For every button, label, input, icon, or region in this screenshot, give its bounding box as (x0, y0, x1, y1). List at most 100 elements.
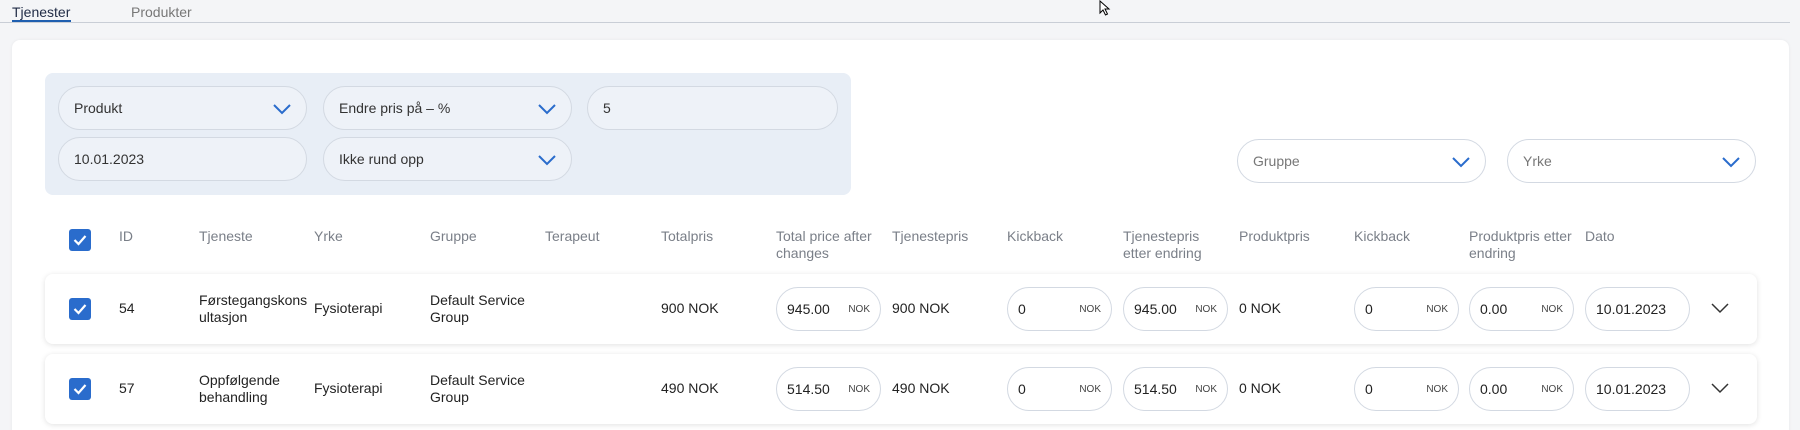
total-after-input[interactable]: 514.50 NOK (776, 367, 881, 411)
header-total-price: Totalpris (661, 228, 714, 244)
header-kickback: Kickback (1007, 228, 1064, 244)
row-date-input[interactable]: 10.01.2023 (1585, 367, 1690, 411)
row-service-line1: Førstegangskons (199, 292, 308, 308)
chevron-down-icon (538, 104, 556, 115)
product-after-value: 0.00 (1480, 381, 1508, 397)
header-service-after: Tjenestepris etter endring (1123, 228, 1202, 262)
row-checkbox[interactable] (69, 378, 91, 400)
row-service-price: 490 NOK (892, 380, 950, 396)
header-total-after-line1: Total price after (776, 228, 872, 244)
kickback-value: 0 (1018, 301, 1026, 317)
check-icon (73, 235, 87, 246)
row-service-line1: Oppfølgende (199, 372, 280, 388)
kickback-value: 0 (1018, 381, 1026, 397)
header-service-after-line1: Tjenestepris (1123, 228, 1200, 244)
header-date: Dato (1585, 228, 1615, 244)
row-checkbox[interactable] (69, 298, 91, 320)
currency-unit: NOK (1079, 303, 1101, 315)
price-mode-select[interactable]: Endre pris på – % (323, 86, 572, 130)
header-product-after-line1: Produktpris etter (1469, 228, 1572, 244)
chevron-down-icon (1452, 157, 1470, 168)
group-filter-placeholder: Gruppe (1253, 153, 1300, 169)
product-after-value: 0.00 (1480, 301, 1508, 317)
row-date-value: 10.01.2023 (1596, 381, 1667, 397)
header-product-after: Produktpris etter endring (1469, 228, 1572, 262)
total-after-value: 514.50 (787, 381, 830, 397)
row-product-price: 0 NOK (1239, 380, 1282, 396)
chevron-down-icon (273, 104, 291, 115)
row-date-input[interactable]: 10.01.2023 (1585, 287, 1690, 331)
total-after-input[interactable]: 945.00 NOK (776, 287, 881, 331)
percent-input[interactable]: 5 (587, 86, 838, 130)
select-all-checkbox[interactable] (69, 229, 91, 251)
product-after-input[interactable]: 0.00 NOK (1469, 287, 1574, 331)
header-group: Gruppe (430, 228, 477, 244)
tab-bar: Tjenester Produkter (0, 0, 1790, 23)
row-service-price: 900 NOK (892, 300, 950, 316)
total-after-value: 945.00 (787, 301, 830, 317)
header-id: ID (119, 228, 133, 244)
chevron-down-icon (538, 155, 556, 166)
date-input[interactable]: 10.01.2023 (58, 137, 307, 181)
date-value: 10.01.2023 (74, 151, 145, 167)
header-service: Tjeneste (199, 228, 253, 244)
table-row: 57 Oppfølgende behandling Fysioterapi De… (45, 354, 1757, 424)
tab-produkter[interactable]: Produkter (131, 4, 192, 20)
chevron-down-icon[interactable] (1710, 302, 1730, 314)
header-product-after-line2: endring (1469, 245, 1516, 261)
check-icon (73, 384, 87, 395)
currency-unit: NOK (1195, 303, 1217, 315)
row-product-price: 0 NOK (1239, 300, 1282, 316)
currency-unit: NOK (1426, 303, 1448, 315)
profession-filter-placeholder: Yrke (1523, 153, 1552, 169)
row-group: Default Service Group (430, 292, 525, 326)
kickback-product-value: 0 (1365, 301, 1373, 317)
price-mode-value: Endre pris på – % (339, 100, 451, 116)
currency-unit: NOK (1079, 383, 1101, 395)
row-group: Default Service Group (430, 372, 525, 406)
row-service-line2: ultasjon (199, 309, 248, 325)
percent-value: 5 (603, 100, 611, 116)
tab-tjenester[interactable]: Tjenester (12, 4, 70, 20)
currency-unit: NOK (1426, 383, 1448, 395)
currency-unit: NOK (1195, 383, 1217, 395)
chevron-down-icon (1722, 157, 1740, 168)
active-tab-indicator (12, 20, 71, 22)
type-select[interactable]: Produkt (58, 86, 307, 130)
row-date-value: 10.01.2023 (1596, 301, 1667, 317)
header-product-price: Produktpris (1239, 228, 1310, 244)
row-group-line2: Group (430, 309, 469, 325)
header-therapist: Terapeut (545, 228, 600, 244)
header-service-after-line2: etter endring (1123, 245, 1202, 261)
header-service-price: Tjenestepris (892, 228, 969, 244)
kickback-input[interactable]: 0 NOK (1007, 367, 1112, 411)
service-after-input[interactable]: 514.50 NOK (1123, 367, 1228, 411)
row-group-line2: Group (430, 389, 469, 405)
row-id: 57 (119, 380, 135, 396)
row-service-line2: behandling (199, 389, 268, 405)
mouse-cursor-icon (1099, 0, 1111, 16)
currency-unit: NOK (1541, 303, 1563, 315)
rounding-select[interactable]: Ikke rund opp (323, 137, 572, 181)
chevron-down-icon[interactable] (1710, 382, 1730, 394)
row-service: Førstegangskons ultasjon (199, 292, 307, 326)
row-group-line1: Default Service (430, 292, 525, 308)
row-service: Oppfølgende behandling (199, 372, 280, 406)
kickback-input[interactable]: 0 NOK (1007, 287, 1112, 331)
rounding-value: Ikke rund opp (339, 151, 424, 167)
kickback-product-value: 0 (1365, 381, 1373, 397)
product-after-input[interactable]: 0.00 NOK (1469, 367, 1574, 411)
currency-unit: NOK (1541, 383, 1563, 395)
header-profession: Yrke (314, 228, 343, 244)
group-filter-select[interactable]: Gruppe (1237, 139, 1486, 183)
service-after-input[interactable]: 945.00 NOK (1123, 287, 1228, 331)
profession-filter-select[interactable]: Yrke (1507, 139, 1756, 183)
currency-unit: NOK (848, 303, 870, 315)
kickback-product-input[interactable]: 0 NOK (1354, 287, 1459, 331)
kickback-product-input[interactable]: 0 NOK (1354, 367, 1459, 411)
service-after-value: 514.50 (1134, 381, 1177, 397)
table-row: 54 Førstegangskons ultasjon Fysioterapi … (45, 274, 1757, 344)
row-total-price: 900 NOK (661, 300, 719, 316)
row-profession: Fysioterapi (314, 380, 383, 396)
type-select-value: Produkt (74, 100, 123, 116)
